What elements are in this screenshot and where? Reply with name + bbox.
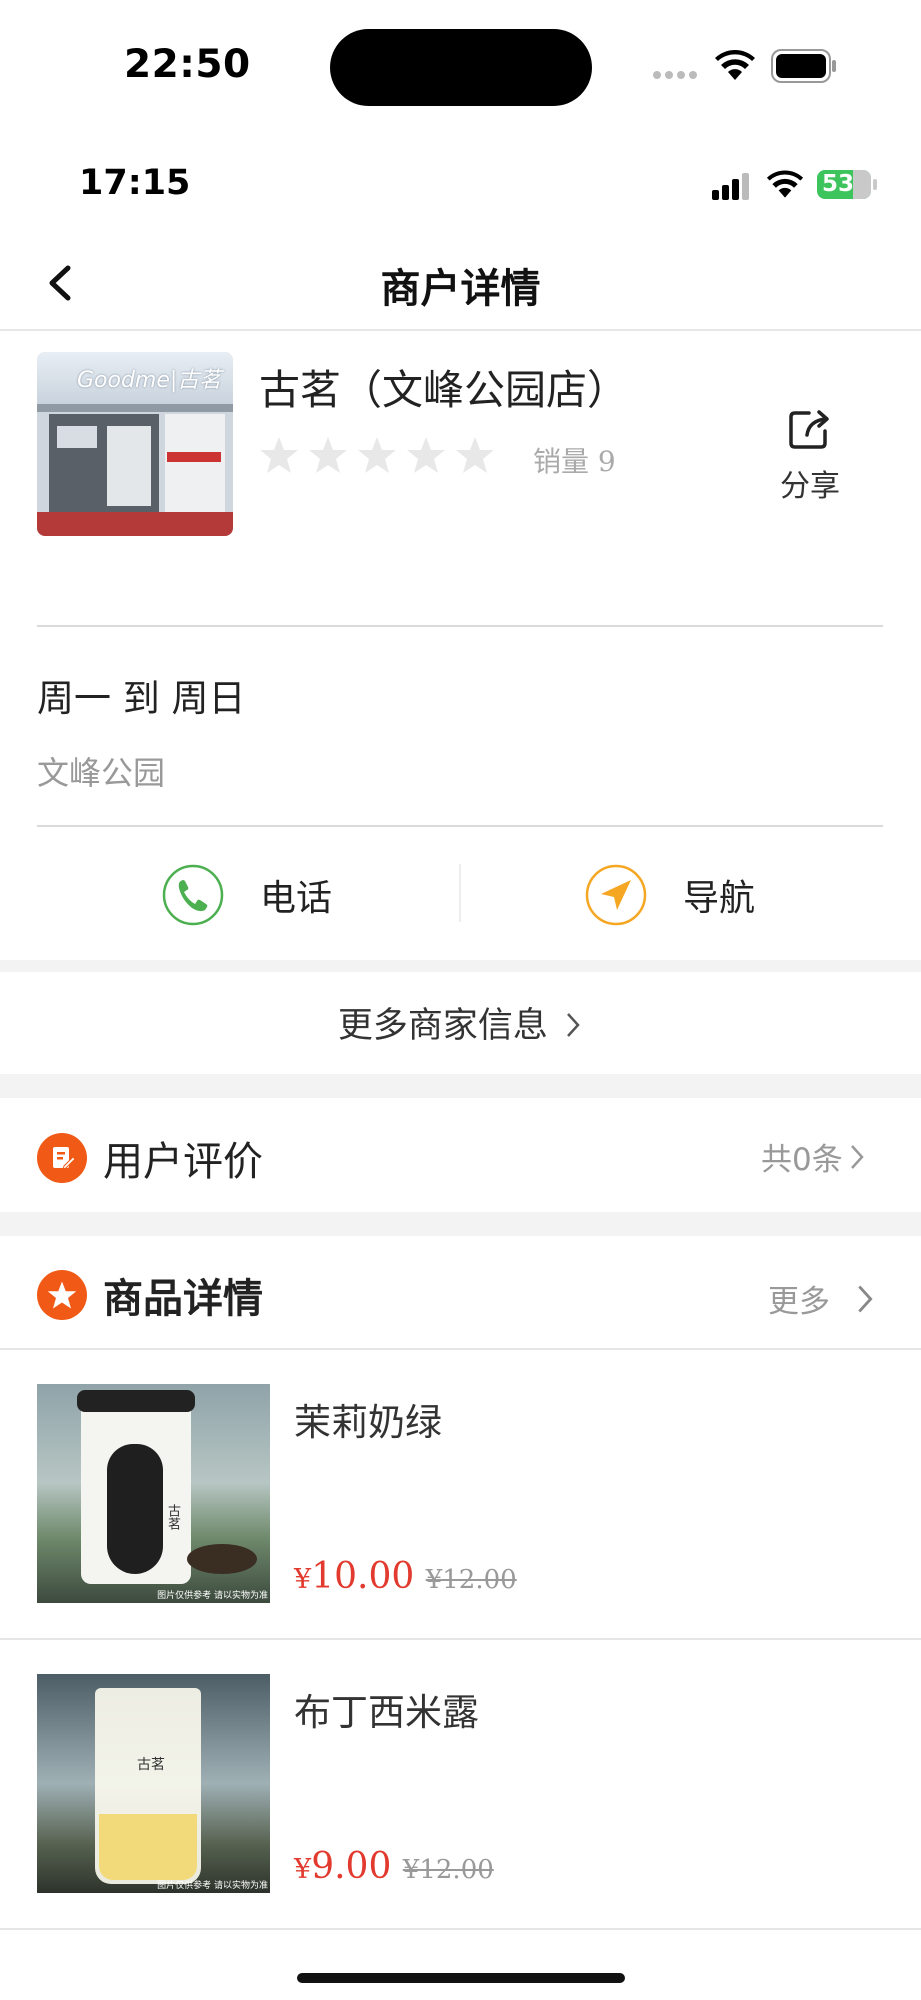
inner-wifi-icon [766, 170, 804, 198]
share-button[interactable]: 分享 [770, 407, 850, 505]
business-hours: 周一 到 周日 [37, 677, 246, 720]
section-gap [0, 1212, 921, 1236]
price-value: 10.00 [311, 1556, 415, 1597]
product-item[interactable]: 古茗 图片仅供参考 请以实物为准 茉莉奶绿 ¥10.00 ¥12.00 [0, 1350, 921, 1638]
divider [37, 825, 883, 827]
cellular-dots-icon [653, 71, 697, 79]
inner-battery-icon: 53 [817, 170, 871, 199]
store-sign-text: Goodme|古茗 [77, 368, 222, 393]
products-header: 商品详情 [37, 1266, 263, 1324]
divider [0, 1928, 921, 1930]
action-separator [459, 864, 461, 922]
home-indicator[interactable] [297, 1973, 625, 1983]
status-time: 22:50 [124, 42, 251, 87]
rating-stars [259, 435, 499, 479]
star-rating-icon [260, 437, 494, 473]
section-gap [0, 1074, 921, 1098]
product-name: 布丁西米露 [294, 1691, 479, 1734]
product-name: 茉莉奶绿 [294, 1401, 442, 1444]
phone-label: 电话 [260, 878, 333, 919]
product-price: ¥10.00 ¥12.00 [294, 1556, 517, 1597]
original-price: ¥12.00 [402, 1855, 494, 1885]
chevron-right-icon [858, 1285, 873, 1312]
products-more-link[interactable]: 更多 [768, 1276, 878, 1321]
dynamic-island [330, 29, 592, 106]
navigate-button[interactable]: 导航 [585, 864, 755, 926]
store-address: 文峰公园 [37, 754, 166, 792]
chevron-right-icon [850, 1144, 864, 1169]
reviews-count: 共0条 [761, 1142, 843, 1178]
image-note: 图片仅供参考 请以实物为准 [157, 1591, 268, 1601]
cup-label: 古茗 [165, 1504, 180, 1530]
products-more-label: 更多 [768, 1284, 830, 1320]
more-merchant-info-label: 更多商家信息 [337, 1006, 548, 1046]
navbar-divider [0, 329, 921, 331]
product-item[interactable]: 古茗 图片仅供参考 请以实物为准 布丁西米露 ¥9.00 ¥12.00 [0, 1640, 921, 1928]
inner-battery-level: 53 [822, 171, 855, 197]
share-icon [789, 410, 829, 449]
cup-label: 古茗 [137, 1757, 165, 1773]
more-merchant-info-link[interactable]: 更多商家信息 [0, 997, 921, 1048]
device-status-bar: 22:50 [0, 0, 921, 130]
phone-icon [162, 864, 224, 926]
price-value: 9.00 [311, 1846, 392, 1887]
product-image: 古茗 图片仅供参考 请以实物为准 [37, 1384, 270, 1603]
product-price: ¥9.00 ¥12.00 [294, 1846, 494, 1887]
image-note: 图片仅供参考 请以实物为准 [157, 1881, 268, 1891]
store-photo[interactable]: Goodme|古茗 [37, 352, 233, 536]
navigation-arrow-icon [585, 864, 647, 926]
inner-status-time: 17:15 [79, 163, 191, 203]
reviews-title: 用户评价 [103, 1139, 263, 1185]
chevron-right-icon [567, 1013, 580, 1037]
reviews-header: 用户评价 [37, 1129, 263, 1187]
review-icon [37, 1133, 87, 1183]
star-badge-icon [37, 1270, 87, 1320]
inner-battery-cap [873, 179, 877, 190]
store-name: 古茗（文峰公园店） [259, 366, 628, 414]
sales-count: 销量 9 [533, 445, 616, 478]
inner-signal-icon [712, 173, 749, 200]
original-price: ¥12.00 [425, 1565, 517, 1595]
reviews-count-link[interactable]: 共0条 [761, 1134, 867, 1179]
wifi-icon [715, 50, 755, 80]
battery-icon [771, 49, 836, 83]
navigate-label: 导航 [683, 878, 756, 919]
divider [37, 625, 883, 627]
products-title: 商品详情 [103, 1276, 263, 1322]
section-gap [0, 960, 921, 972]
share-label: 分享 [780, 469, 840, 504]
phone-button[interactable]: 电话 [162, 864, 332, 926]
page-title: 商户详情 [380, 266, 541, 312]
product-image: 古茗 图片仅供参考 请以实物为准 [37, 1674, 270, 1893]
